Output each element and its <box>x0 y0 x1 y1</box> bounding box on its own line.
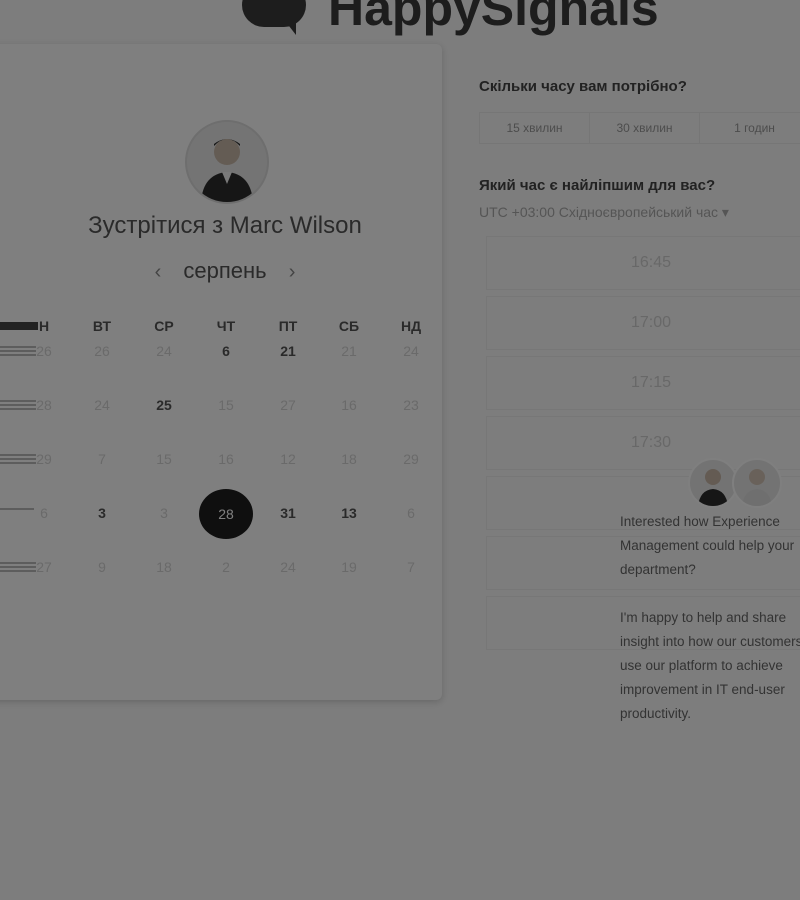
month-navigation: ‹ серпень › <box>0 258 450 284</box>
duration-option[interactable]: 30 хвилин <box>589 112 699 144</box>
agent-avatar <box>688 458 738 508</box>
calendar-day[interactable]: 23 <box>391 397 431 413</box>
calendar-day[interactable]: 28 <box>24 397 64 413</box>
month-label: серпень <box>183 258 267 283</box>
calendar-week-row: 28 24 25 15 27 16 23 <box>0 397 442 415</box>
weekday-label: ПТ <box>278 318 298 334</box>
calendar-day[interactable]: 3 <box>82 505 122 521</box>
calendar-day-selected[interactable]: 28 <box>199 489 253 539</box>
calendar-day[interactable]: 2 <box>206 559 246 575</box>
calendar-day[interactable]: 15 <box>144 451 184 467</box>
duration-options: 15 хвилин 30 хвилин 1 годин <box>479 112 800 144</box>
chevron-right-icon[interactable]: › <box>289 261 296 284</box>
calendar-day[interactable]: 7 <box>82 451 122 467</box>
host-avatar <box>185 120 269 204</box>
calendar-day[interactable]: 15 <box>206 397 246 413</box>
calendar-week-row: 29 7 15 16 12 18 29 <box>0 451 442 469</box>
weekday-label: НД <box>400 318 422 334</box>
calendar-day[interactable]: 13 <box>329 505 369 521</box>
calendar-day[interactable]: 24 <box>82 397 122 413</box>
weekday-label: Н <box>38 318 50 334</box>
calendar-week-row: 6 3 3 28 31 13 6 <box>0 489 442 539</box>
time-slot[interactable]: 16:45 <box>486 236 800 290</box>
logo-icon <box>236 0 316 35</box>
time-question: Який час є найліпшим для вас? <box>479 177 716 194</box>
time-slot[interactable]: 17:00 <box>486 296 800 350</box>
host-title: Зустрітися з Marc Wilson <box>88 212 362 239</box>
calendar-day[interactable]: 3 <box>144 505 184 521</box>
duration-option[interactable]: 15 хвилин <box>479 112 589 144</box>
calendar-day[interactable]: 24 <box>391 343 431 359</box>
calendar-day[interactable]: 29 <box>391 451 431 467</box>
calendar-day[interactable]: 26 <box>24 343 64 359</box>
calendar-day[interactable]: 6 <box>24 505 64 521</box>
chevron-left-icon[interactable]: ‹ <box>155 261 162 284</box>
calendar-week-row: 27 9 18 2 24 19 7 <box>0 559 442 577</box>
calendar-day[interactable]: 12 <box>268 451 308 467</box>
brand-name: HappySignals <box>328 0 659 36</box>
calendar-week-row: 26 26 24 6 21 21 24 <box>0 343 442 361</box>
duration-question: Скільки часу вам потрібно? <box>479 78 687 95</box>
calendar-day[interactable]: 6 <box>391 505 431 521</box>
weekday-header: Н ВТ СР ЧТ ПТ СБ НД <box>0 318 442 336</box>
weekday-label: СБ <box>338 318 360 334</box>
calendar-day[interactable]: 18 <box>144 559 184 575</box>
calendar-day[interactable]: 9 <box>82 559 122 575</box>
calendar-grid: Н ВТ СР ЧТ ПТ СБ НД <box>0 318 442 336</box>
calendar-day[interactable]: 31 <box>268 505 308 521</box>
calendar-day[interactable]: 25 <box>144 397 184 413</box>
calendar-day[interactable]: 29 <box>24 451 64 467</box>
calendar-day[interactable]: 27 <box>268 397 308 413</box>
calendar-day[interactable]: 19 <box>329 559 369 575</box>
calendar-day[interactable]: 27 <box>24 559 64 575</box>
calendar-day[interactable]: 26 <box>82 343 122 359</box>
weekday-label: ЧТ <box>216 318 236 334</box>
calendar-day[interactable]: 21 <box>268 343 308 359</box>
duration-option[interactable]: 1 годин <box>699 112 800 144</box>
calendar-day[interactable]: 16 <box>206 451 246 467</box>
weekday-label: ВТ <box>92 318 112 334</box>
timezone-select[interactable]: UTC +03:00 Східноєвропейський час ▾ <box>479 204 729 221</box>
calendar-day[interactable]: 7 <box>391 559 431 575</box>
calendar-day[interactable]: 24 <box>144 343 184 359</box>
chat-message-text: Interested how Experience Management cou… <box>620 514 795 577</box>
calendar-day[interactable]: 18 <box>329 451 369 467</box>
chat-message: Interested how Experience Management cou… <box>620 510 800 750</box>
weekday-label: СР <box>154 318 174 334</box>
chat-message-text: I'm happy to help and share insight into… <box>620 610 800 721</box>
agent-avatar <box>732 458 782 508</box>
calendar-day[interactable]: 21 <box>329 343 369 359</box>
calendar-day[interactable]: 6 <box>206 343 246 359</box>
calendar-day[interactable]: 24 <box>268 559 308 575</box>
calendar-day[interactable]: 16 <box>329 397 369 413</box>
time-slot[interactable]: 17:15 <box>486 356 800 410</box>
brand-logo: HappySignals <box>236 0 659 38</box>
